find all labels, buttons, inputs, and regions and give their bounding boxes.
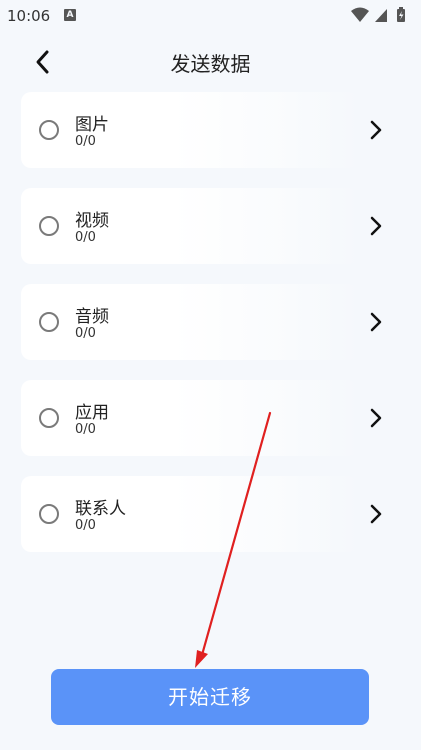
category-name: 联系人 xyxy=(75,499,126,519)
chevron-right-icon[interactable] xyxy=(366,214,386,238)
header: 发送数据 xyxy=(0,38,421,84)
category-item-contacts[interactable]: 联系人 0/0 xyxy=(21,476,359,552)
contacts-radio[interactable] xyxy=(39,504,59,524)
chevron-right-icon[interactable] xyxy=(366,502,386,526)
category-name: 音频 xyxy=(75,307,109,327)
start-migration-button[interactable]: 开始迁移 xyxy=(51,669,369,725)
category-item-videos[interactable]: 视频 0/0 xyxy=(21,188,359,264)
wifi-icon xyxy=(351,7,369,22)
battery-icon xyxy=(397,7,405,22)
chevron-right-icon[interactable] xyxy=(366,310,386,334)
category-item-photos[interactable]: 图片 0/0 xyxy=(21,92,359,168)
notification-icon: A xyxy=(64,9,76,21)
category-count: 0/0 xyxy=(75,326,96,341)
status-time: 10:06 xyxy=(7,7,51,25)
chevron-right-icon[interactable] xyxy=(366,406,386,430)
chevron-right-icon[interactable] xyxy=(366,118,386,142)
photos-radio[interactable] xyxy=(39,120,59,140)
category-count: 0/0 xyxy=(75,134,96,149)
status-bar: 10:06 A xyxy=(0,0,421,32)
category-item-audio[interactable]: 音频 0/0 xyxy=(21,284,359,360)
page-title: 发送数据 xyxy=(170,52,251,76)
videos-radio[interactable] xyxy=(39,216,59,236)
category-count: 0/0 xyxy=(75,230,96,245)
category-count: 0/0 xyxy=(75,422,96,437)
signal-icon xyxy=(375,9,387,22)
category-name: 应用 xyxy=(75,403,109,423)
system-icons xyxy=(349,6,413,24)
audio-radio[interactable] xyxy=(39,312,59,332)
category-name: 视频 xyxy=(75,211,109,231)
category-name: 图片 xyxy=(75,115,109,135)
apps-radio[interactable] xyxy=(39,408,59,428)
category-count: 0/0 xyxy=(75,518,96,533)
category-item-apps[interactable]: 应用 0/0 xyxy=(21,380,359,456)
